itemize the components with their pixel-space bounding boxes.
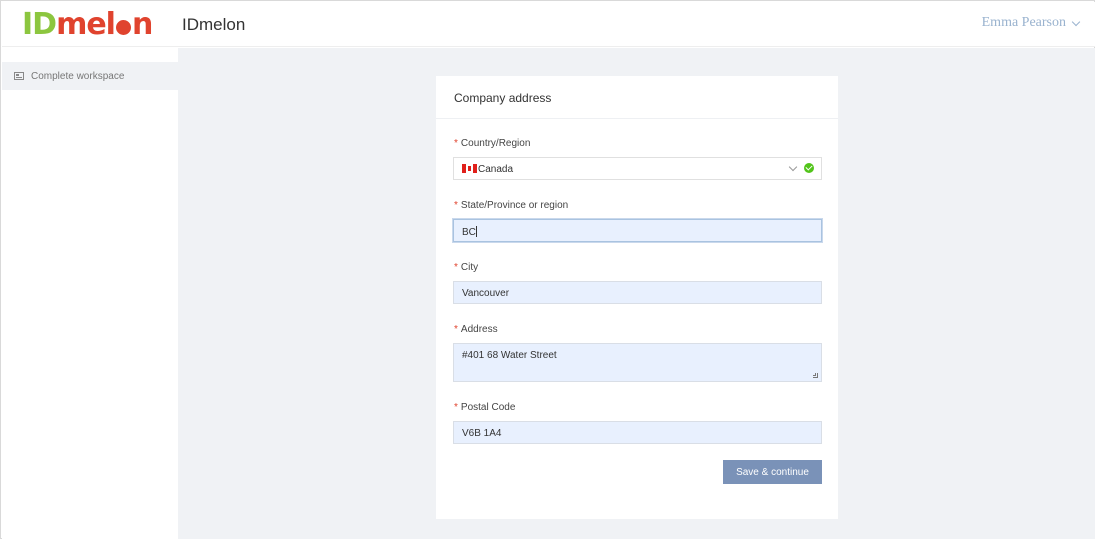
- text-cursor: [475, 226, 477, 237]
- address-value: #401 68 Water Street: [462, 350, 557, 361]
- app-frame: ID mel n IDmelon Emma Pearson Complete wor…: [0, 0, 1095, 539]
- postal-label-text: Postal Code: [460, 402, 516, 413]
- company-address-card: Company address * Country/Region Canada *…: [436, 76, 838, 519]
- logo-dot-icon: [115, 19, 131, 35]
- postal-code-input[interactable]: V6B 1A4: [453, 421, 822, 444]
- logo-text-id: ID: [22, 6, 57, 42]
- sidebar-item-label: Complete workspace: [31, 70, 125, 82]
- save-continue-button[interactable]: Save & continue: [723, 460, 822, 484]
- required-mark: *: [454, 402, 458, 413]
- logo-text-mel: mel: [56, 6, 116, 42]
- postal-value: V6B 1A4: [462, 428, 502, 439]
- state-label: * State/Province or region: [454, 200, 568, 211]
- main-content: Company address * Country/Region Canada *…: [178, 48, 1095, 539]
- required-mark: *: [454, 200, 458, 211]
- sidebar: Complete workspace: [2, 48, 178, 539]
- country-select[interactable]: Canada: [453, 157, 822, 180]
- user-menu[interactable]: Emma Pearson: [981, 15, 1081, 31]
- city-input[interactable]: Vancouver: [453, 281, 822, 304]
- check-circle-icon: [804, 163, 814, 173]
- state-input[interactable]: BC: [453, 219, 822, 242]
- address-label-text: Address: [460, 324, 498, 335]
- postal-label: * Postal Code: [454, 402, 515, 413]
- state-label-text: State/Province or region: [460, 200, 569, 211]
- card-title: Company address: [436, 76, 838, 119]
- country-label: * Country/Region: [454, 138, 530, 149]
- user-name: Emma Pearson: [981, 15, 1066, 30]
- chevron-down-icon: [788, 162, 798, 172]
- workspace-icon: [14, 72, 24, 80]
- chevron-down-icon: [1071, 17, 1081, 26]
- idmelon-logo[interactable]: ID mel n: [22, 6, 153, 42]
- logo-text-n: n: [131, 6, 153, 42]
- top-header: ID mel n IDmelon Emma Pearson: [2, 2, 1095, 47]
- canada-flag-icon: [462, 164, 477, 173]
- country-value: Canada: [478, 164, 514, 175]
- sidebar-item-complete-workspace[interactable]: Complete workspace: [2, 62, 178, 90]
- city-label: * City: [454, 262, 478, 273]
- required-mark: *: [454, 324, 458, 335]
- city-value: Vancouver: [462, 288, 510, 299]
- state-value: BC: [462, 227, 476, 238]
- address-label: * Address: [454, 324, 498, 335]
- resize-handle-icon[interactable]: [813, 373, 818, 378]
- required-mark: *: [454, 138, 458, 149]
- address-textarea[interactable]: #401 68 Water Street: [453, 343, 822, 382]
- required-mark: *: [454, 262, 458, 273]
- app-title: IDmelon: [182, 15, 246, 34]
- country-label-text: Country/Region: [460, 138, 531, 149]
- city-label-text: City: [460, 262, 479, 273]
